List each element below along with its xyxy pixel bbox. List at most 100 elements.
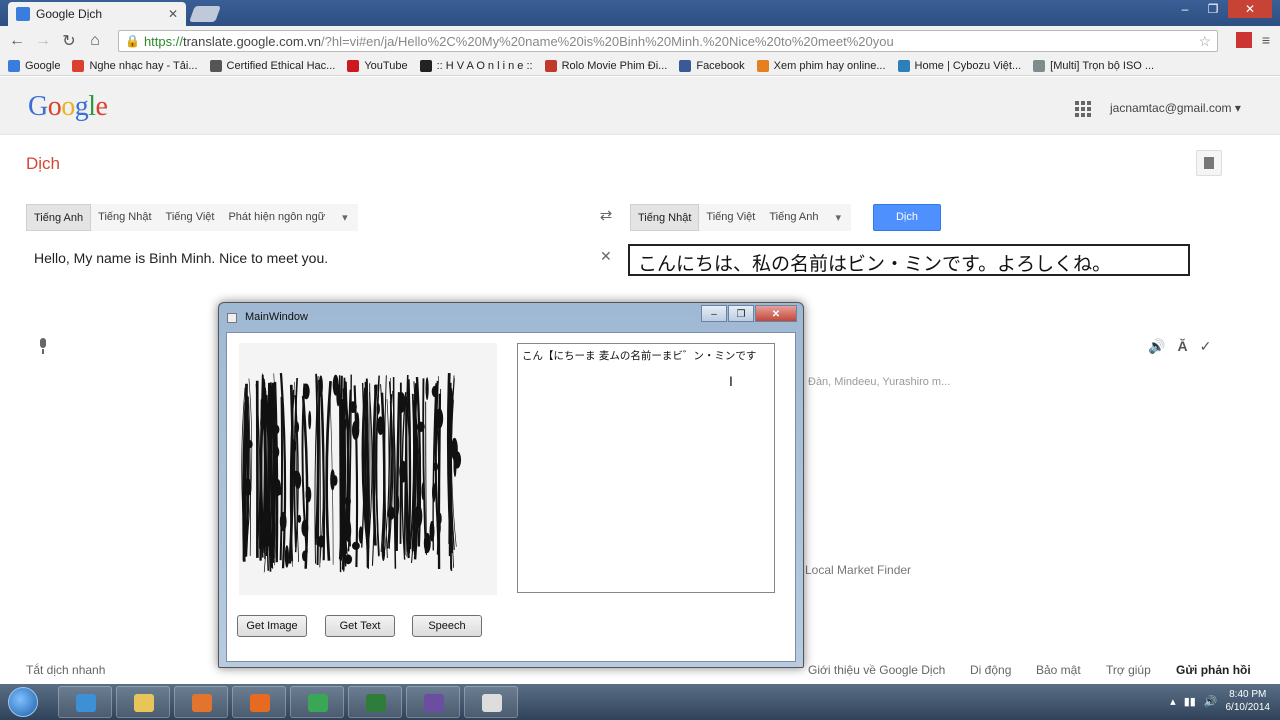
media-player-icon bbox=[192, 694, 212, 712]
source-lang-japanese[interactable]: Tiếng Nhật bbox=[91, 204, 158, 231]
noise-blob bbox=[317, 535, 325, 548]
noise-blob bbox=[376, 403, 380, 415]
clock[interactable]: 8:40 PM 6/10/2014 bbox=[1226, 688, 1271, 714]
tab-close-icon[interactable]: ✕ bbox=[168, 7, 178, 21]
taskbar-app-file-explorer[interactable] bbox=[116, 686, 170, 718]
footer-link-about[interactable]: Giới thiệu về Google Dịch bbox=[808, 663, 945, 677]
bookmark-label: :: H V A O n l i n e :: bbox=[436, 59, 533, 72]
taskbar-app-visual-studio[interactable] bbox=[406, 686, 460, 718]
reload-icon[interactable]: ↻ bbox=[56, 31, 82, 51]
mainwindow-minimize-button[interactable]: ‒ bbox=[701, 305, 727, 322]
maximize-button[interactable]: ❐ bbox=[1200, 0, 1226, 18]
taskbar-app-mainwindow-app[interactable] bbox=[464, 686, 518, 718]
footer-link-mobile[interactable]: Di động bbox=[970, 663, 1011, 677]
address-bar[interactable]: 🔒 https:// translate.google.com.vn /?hl=… bbox=[118, 30, 1218, 52]
bookmark-item[interactable]: Certified Ethical Hac... bbox=[209, 59, 335, 72]
noise-blob bbox=[398, 392, 406, 413]
get-image-button[interactable]: Get Image bbox=[237, 615, 307, 637]
romanization-icon[interactable]: Ă bbox=[1177, 338, 1187, 355]
bookmark-item[interactable]: :: H V A O n l i n e :: bbox=[419, 59, 533, 72]
console-app-icon bbox=[366, 694, 386, 712]
microphone-icon[interactable] bbox=[38, 338, 48, 354]
source-lang-dropdown-icon[interactable]: ▾ bbox=[332, 211, 358, 224]
bookmark-item[interactable]: Google bbox=[8, 59, 60, 72]
taskbar-app-internet-explorer[interactable] bbox=[58, 686, 112, 718]
bookmark-item[interactable]: Xem phim hay online... bbox=[756, 59, 886, 72]
new-tab-button[interactable] bbox=[189, 6, 221, 22]
footer-link-help[interactable]: Trợ giúp bbox=[1106, 663, 1151, 677]
mainwindow-close-button[interactable]: ✕ bbox=[755, 305, 797, 322]
ocr-textbox[interactable]: こん【にちーま 麦ムの名前ーまビ゛ン・ミンです bbox=[517, 343, 775, 593]
bookmark-item[interactable]: Home | Cybozu Việt... bbox=[897, 59, 1021, 72]
taskbar-app-chrome[interactable] bbox=[290, 686, 344, 718]
noise-blob bbox=[318, 375, 323, 398]
bookmark-favicon-icon bbox=[419, 59, 432, 72]
speech-button[interactable]: Speech bbox=[412, 615, 482, 637]
chrome-menu-icon[interactable]: ≡ bbox=[1258, 32, 1274, 48]
footer-link-feedback[interactable]: Gửi phản hồi bbox=[1176, 663, 1251, 677]
forward-icon[interactable]: → bbox=[30, 32, 56, 50]
mainwindow-maximize-button[interactable]: ❐ bbox=[728, 305, 754, 322]
taskbar-app-media-player[interactable] bbox=[174, 686, 228, 718]
back-icon[interactable]: ← bbox=[4, 32, 30, 50]
start-button-icon[interactable] bbox=[8, 687, 38, 717]
bookmark-item[interactable]: Facebook bbox=[679, 59, 745, 72]
bookmark-favicon-icon bbox=[544, 59, 557, 72]
target-lang-vietnamese[interactable]: Tiếng Việt bbox=[699, 204, 762, 231]
minimize-button[interactable]: ‒ bbox=[1172, 0, 1198, 18]
firefox-icon bbox=[250, 694, 270, 712]
bookmark-star-icon[interactable]: ☆ bbox=[1198, 33, 1211, 50]
output-tools: 🔊 Ă ✓ bbox=[1148, 338, 1211, 355]
check-icon[interactable]: ✓ bbox=[1200, 338, 1212, 355]
noise-blob bbox=[301, 519, 309, 537]
target-lang-dropdown-icon[interactable]: ▾ bbox=[825, 211, 851, 224]
noise-blob bbox=[244, 477, 252, 497]
phrasebook-icon[interactable] bbox=[1196, 150, 1222, 176]
browser-tab[interactable]: Google Dịch ✕ bbox=[8, 2, 186, 26]
noise-blob bbox=[278, 486, 282, 496]
source-lang-vietnamese[interactable]: Tiếng Việt bbox=[159, 204, 222, 231]
close-button[interactable]: ✕ bbox=[1228, 0, 1272, 18]
window-controls: ‒ ❐ ✕ bbox=[1172, 0, 1272, 18]
noise-blob bbox=[260, 414, 264, 431]
source-lang-detect[interactable]: Phát hiện ngôn ngữ bbox=[221, 204, 332, 231]
noise-blob bbox=[272, 445, 280, 459]
clock-time: 8:40 PM bbox=[1229, 689, 1267, 700]
clear-source-icon[interactable]: ✕ bbox=[600, 248, 612, 265]
target-lang-japanese[interactable]: Tiếng Nhật bbox=[630, 204, 700, 231]
bookmark-favicon-icon bbox=[679, 59, 692, 72]
translate-button[interactable]: Dịch bbox=[873, 204, 941, 231]
noise-blob bbox=[292, 439, 297, 453]
bookmark-item[interactable]: Rolo Movie Phim Đi... bbox=[544, 59, 667, 72]
taskbar-app-console-app[interactable] bbox=[348, 686, 402, 718]
taskbar-app-firefox[interactable] bbox=[232, 686, 286, 718]
bookmark-item[interactable]: Nghe nhạc hay - Tải... bbox=[72, 59, 198, 72]
windows-taskbar: ▴ ▮▮ 🔊 8:40 PM 6/10/2014 bbox=[0, 684, 1280, 720]
speaker-icon[interactable]: 🔊 bbox=[1148, 338, 1165, 355]
noise-blob bbox=[344, 554, 353, 565]
noise-blob bbox=[453, 455, 457, 477]
footer-instant-off-link[interactable]: Tắt dịch nhanh bbox=[26, 663, 105, 677]
tray-arrow-icon[interactable]: ▴ bbox=[1170, 695, 1176, 708]
account-menu[interactable]: jacnamtac@gmail.com ▾ bbox=[1110, 101, 1241, 115]
bookmark-item[interactable]: YouTube bbox=[347, 59, 408, 72]
swap-languages-icon[interactable]: ⇄ bbox=[596, 208, 616, 224]
bookmark-item[interactable]: [Multi] Trọn bộ ISO ... bbox=[1033, 59, 1154, 72]
volume-icon[interactable]: 🔊 bbox=[1204, 695, 1218, 708]
get-text-button[interactable]: Get Text bbox=[325, 615, 395, 637]
apps-grid-icon[interactable] bbox=[1075, 101, 1091, 117]
source-textarea[interactable]: Hello, My name is Binh Minh. Nice to mee… bbox=[34, 250, 328, 266]
extension-icon[interactable] bbox=[1236, 32, 1252, 48]
google-logo[interactable]: Google bbox=[28, 91, 108, 123]
target-lang-english[interactable]: Tiếng Anh bbox=[762, 204, 825, 231]
noise-blob bbox=[294, 421, 300, 434]
source-lang-english[interactable]: Tiếng Anh bbox=[26, 204, 92, 231]
footer-link-privacy[interactable]: Bảo mật bbox=[1036, 663, 1081, 677]
noise-blob bbox=[302, 550, 308, 562]
noise-blob bbox=[330, 469, 335, 491]
home-icon[interactable]: ⌂ bbox=[82, 32, 108, 50]
partial-background-link[interactable]: Local Market Finder bbox=[805, 563, 911, 577]
network-icon[interactable]: ▮▮ bbox=[1184, 695, 1196, 708]
mainwindow-client-area: こん【にちーま 麦ムの名前ーまビ゛ン・ミンです I Get Image Get … bbox=[226, 332, 796, 662]
noise-blob bbox=[297, 514, 302, 523]
